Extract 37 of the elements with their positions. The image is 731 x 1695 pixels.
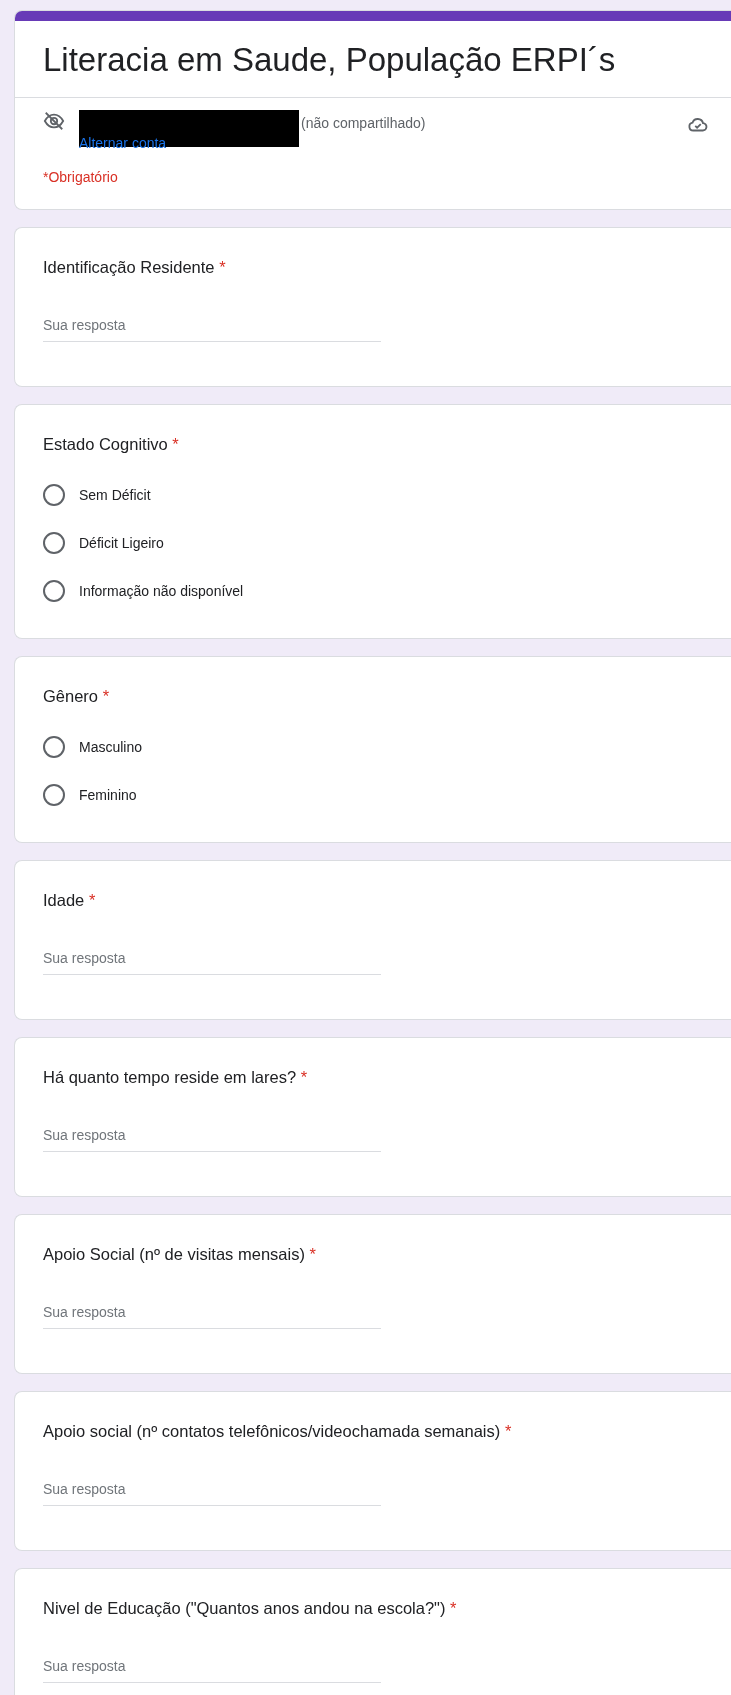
- question-label: Gênero: [43, 687, 99, 705]
- question-label: Apoio social (nº contatos telefônicos/videochamada semanais): [43, 1422, 501, 1440]
- answer-field[interactable]: Sua resposta: [43, 1477, 381, 1506]
- required-mark: *: [172, 435, 179, 453]
- radio-button[interactable]: [43, 580, 65, 602]
- question-label: Nivel de Educação ("Quantos anos andou na escola?"): [43, 1599, 446, 1617]
- required-mark: *: [88, 891, 96, 909]
- option-label: Informação não disponível: [79, 583, 244, 599]
- switch-account-link[interactable]: Alternar conta: [79, 135, 426, 151]
- required-note: *Obrigatório: [42, 168, 119, 187]
- required-mark: *: [300, 1068, 308, 1086]
- option-label: Masculino: [79, 739, 143, 755]
- question-label: Apoio Social (nº de visitas mensais): [43, 1245, 305, 1263]
- option-label: Sem Déficit: [79, 487, 151, 503]
- eye-slash-icon: [43, 110, 65, 132]
- answer-field[interactable]: Sua resposta: [43, 1654, 381, 1683]
- required-mark: *: [219, 258, 226, 276]
- required-mark: *: [309, 1245, 316, 1263]
- required-mark: *: [504, 1422, 512, 1440]
- question-label: Idade: [43, 891, 85, 909]
- required-mark: *: [450, 1599, 457, 1617]
- radio-button[interactable]: [43, 736, 65, 758]
- sharing-note: (não compartilhado): [301, 114, 426, 131]
- question-label: Identificação Residente: [43, 258, 215, 276]
- answer-field[interactable]: Sua resposta: [43, 1300, 381, 1329]
- form-title: Literacia em Saude, População ERPI´s: [42, 40, 617, 80]
- question-label: Há quanto tempo reside em lares?: [43, 1068, 297, 1086]
- radio-button[interactable]: [43, 484, 65, 506]
- required-mark: *: [102, 687, 110, 705]
- answer-field[interactable]: Sua resposta: [43, 313, 381, 342]
- option-label: Feminino: [79, 787, 137, 803]
- answer-field[interactable]: Sua resposta: [43, 1123, 381, 1152]
- radio-button[interactable]: [43, 532, 65, 554]
- radio-button[interactable]: [43, 784, 65, 806]
- option-label: Déficit Ligeiro: [79, 535, 164, 551]
- answer-field[interactable]: Sua resposta: [43, 946, 381, 975]
- question-label: Estado Cognitivo: [43, 435, 168, 453]
